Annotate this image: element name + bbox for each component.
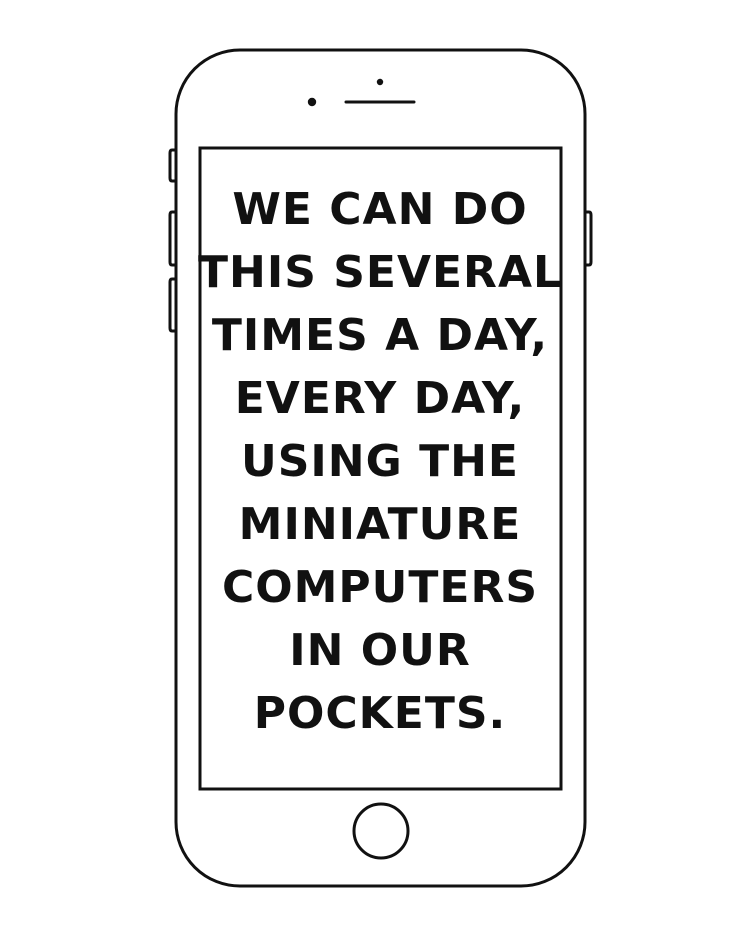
message-line-1: WE CAN DO <box>232 184 528 235</box>
home-button <box>352 802 410 860</box>
message-line-2: THIS SEVERAL <box>197 247 563 298</box>
message-line-3: TIMES A DAY, <box>211 310 549 361</box>
message-line-9: POCKETS. <box>253 688 507 739</box>
message-line-8: IN OUR <box>289 625 471 676</box>
camera-dot <box>307 97 317 107</box>
message-line-5: USING THE <box>241 436 519 487</box>
screen-message: WE CAN DO THIS SEVERAL TIMES A DAY, EVER… <box>198 178 561 778</box>
message-line-7: COMPUTERS <box>221 562 539 613</box>
message-line-6: MINIATURE <box>238 499 522 550</box>
message-line-4: EVERY DAY, <box>234 373 526 424</box>
sensor-dot <box>376 78 384 86</box>
